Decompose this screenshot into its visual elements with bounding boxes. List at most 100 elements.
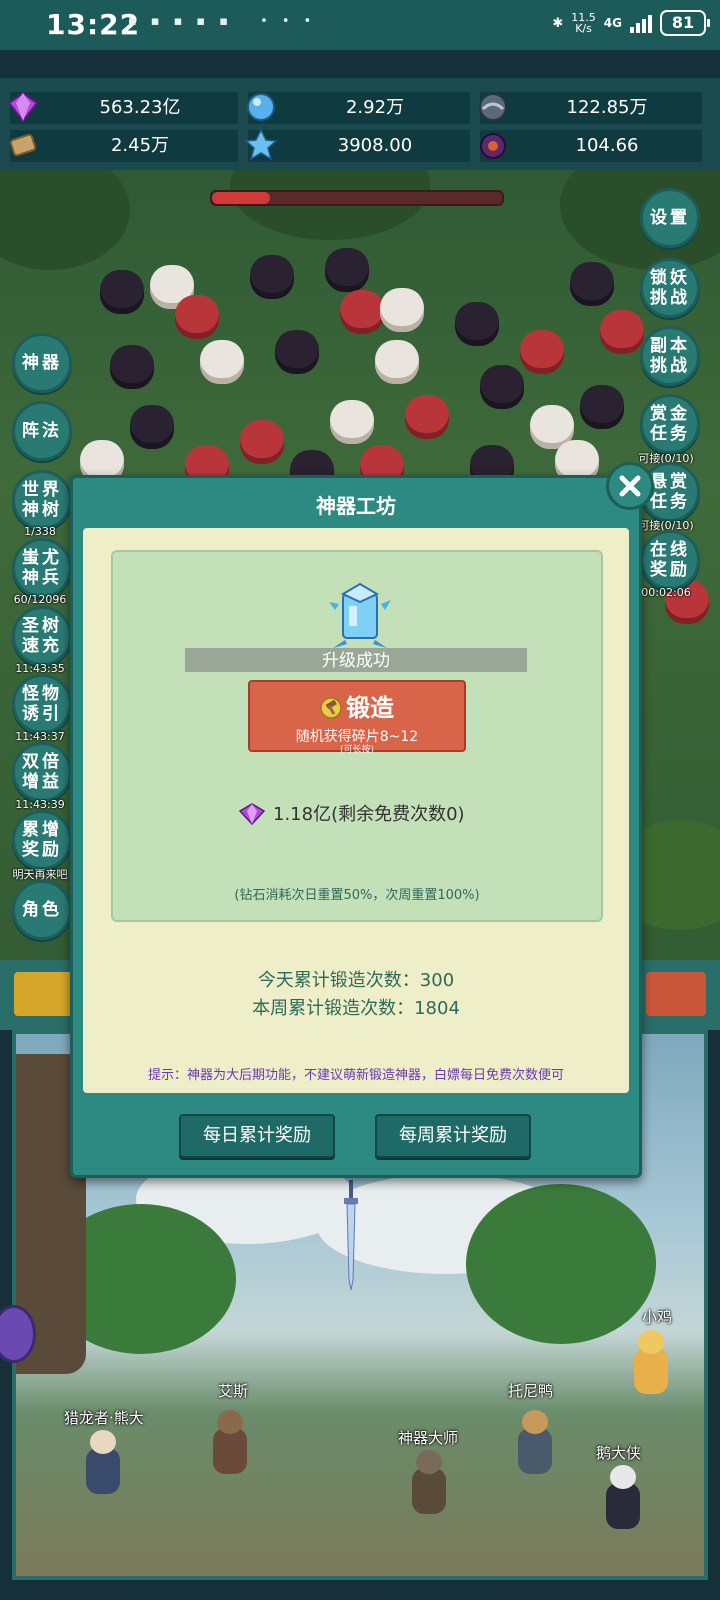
forge-cost-value: 1.18亿(剩余免费次数0) — [273, 804, 465, 825]
dialog-title: 神器工坊 — [316, 494, 396, 518]
menu-accumulated-reward[interactable]: 累增奖励 — [12, 810, 72, 870]
monster — [480, 365, 524, 409]
monster — [520, 330, 564, 374]
lower-red-button[interactable] — [646, 972, 706, 1016]
menu-label: 锁妖挑战 — [650, 268, 690, 308]
menu-label: 副本挑战 — [650, 336, 690, 376]
resource-steel-orb: 122.85万 — [479, 92, 702, 124]
dark-orb-icon — [480, 133, 506, 159]
enemy-hp-fill — [212, 192, 270, 204]
menu-formation[interactable]: 阵法 — [12, 401, 72, 461]
resource-blue-orb: 2.92万 — [247, 92, 470, 124]
menu-chiyou-weapon[interactable]: 蚩尤神兵 — [12, 538, 72, 598]
npc-chick[interactable] — [626, 1330, 676, 1400]
artifact-workshop-dialog: 神器工坊 升级成功 锻造 随机获得碎片8~12 (可长按) 1.18亿(剩余免费… — [70, 475, 642, 1178]
menu-settings[interactable]: 设置 — [640, 188, 700, 248]
npc-tony-duck[interactable] — [510, 1410, 560, 1480]
network-type: 4G — [603, 16, 622, 30]
resource-value: 2.45万 — [110, 135, 170, 156]
signal-icon — [630, 13, 652, 33]
upgrade-success-banner: 升级成功 — [185, 648, 527, 672]
npc-name: 鹅大侠 — [596, 1444, 642, 1462]
weekly-reward-button[interactable]: 每周累计奖励 — [375, 1114, 531, 1158]
dialog-body: 升级成功 锻造 随机获得碎片8~12 (可长按) 1.18亿(剩余免费次数0) … — [83, 528, 629, 1093]
resource-value: 2.92万 — [345, 97, 405, 118]
menu-monster-lure[interactable]: 怪物诱引 — [12, 674, 72, 734]
menu-label: 阵法 — [22, 421, 62, 441]
npc-xiong-da[interactable] — [78, 1430, 128, 1500]
npc-artifact-master[interactable] — [404, 1450, 454, 1520]
resource-value: 104.66 — [575, 135, 639, 156]
monster — [325, 248, 369, 292]
npc-ai-si[interactable] — [205, 1410, 255, 1480]
cost-reset-note: (钻石消耗次日重置50%，次周重置100%) — [234, 888, 480, 903]
menu-double-buff[interactable]: 双倍增益 — [12, 742, 72, 802]
menu-label: 累增奖励 — [22, 820, 62, 860]
monster — [100, 270, 144, 314]
purple-diamond-icon — [7, 91, 39, 123]
npc-goose-hero[interactable] — [598, 1465, 648, 1535]
ice-crystal-icon — [244, 128, 278, 161]
forge-button-hint: (可长按) — [339, 745, 375, 755]
daily-reward-button[interactable]: 每日累计奖励 — [179, 1114, 335, 1158]
tree — [0, 170, 130, 270]
forge-panel: 升级成功 锻造 随机获得碎片8~12 (可长按) 1.18亿(剩余免费次数0) … — [111, 550, 603, 922]
battery-icon: 81 — [660, 10, 710, 36]
monster — [200, 340, 244, 384]
menu-caption: 60/12096 — [13, 593, 67, 606]
menu-label: 神器 — [22, 353, 62, 373]
net-speed: 11.5 K/s — [571, 12, 596, 34]
menu-demon-lock-challenge[interactable]: 锁妖挑战 — [640, 258, 700, 318]
menu-bounty-task[interactable]: 赏金任务 — [640, 394, 700, 454]
menu-artifact[interactable]: 神器 — [12, 333, 72, 393]
monster — [250, 255, 294, 299]
menu-label: 赏金任务 — [650, 404, 690, 444]
status-bar: 13:22 ▪▪▪▪▪ ••• ✱ 11.5 K/s 4G 81 — [0, 0, 720, 50]
monster — [330, 400, 374, 444]
status-time: 13:22 — [46, 8, 141, 41]
steel-orb-icon — [479, 93, 507, 121]
menu-label: 设置 — [650, 208, 690, 228]
close-icon — [619, 475, 641, 497]
monster — [570, 262, 614, 306]
resource-scroll: 2.45万 — [9, 130, 238, 162]
purple-diamond-icon — [239, 803, 265, 825]
menu-dungeon-challenge[interactable]: 副本挑战 — [640, 326, 700, 386]
enemy-hp-bar — [210, 190, 504, 206]
menu-label: 圣树速充 — [22, 616, 62, 656]
menu-label: 角色 — [22, 900, 62, 920]
tree — [466, 1184, 656, 1344]
scroll-icon — [9, 133, 37, 157]
lower-yellow-button[interactable] — [14, 972, 74, 1016]
resource-value: 563.23亿 — [99, 97, 181, 118]
bluetooth-icon: ✱ — [552, 15, 564, 31]
menu-tree-recharge[interactable]: 圣树速充 — [12, 606, 72, 666]
close-button[interactable] — [606, 462, 654, 510]
forge-button-label: 锻造 — [346, 694, 394, 722]
hammer-icon — [320, 697, 342, 719]
week-forge-count: 本周累计锻造次数：1804 — [252, 998, 460, 1019]
menu-label: 在线奖励 — [650, 540, 690, 580]
menu-label: 怪物诱引 — [22, 684, 62, 724]
npc-name: 猎龙者·熊大 — [64, 1409, 144, 1427]
menu-label: 悬赏任务 — [650, 472, 690, 512]
menu-world-tree[interactable]: 世界神树 — [12, 470, 72, 530]
npc-name: 艾斯 — [218, 1382, 249, 1400]
menu-label: 蚩尤神兵 — [22, 548, 62, 588]
floating-sword-icon[interactable] — [344, 1180, 358, 1290]
monster — [110, 345, 154, 389]
menu-online-reward[interactable]: 在线奖励 — [640, 530, 700, 590]
menu-character[interactable]: 角色 — [12, 880, 72, 940]
monster — [240, 420, 284, 464]
menu-label: 双倍增益 — [22, 752, 62, 792]
monster — [340, 290, 384, 334]
monster — [175, 295, 219, 339]
npc-name: 神器大师 — [398, 1429, 459, 1447]
resource-bar: 563.23亿 2.92万 122.85万 2.45万 3908.00 104.… — [0, 78, 720, 170]
forge-cost: 1.18亿(剩余免费次数0) — [239, 800, 465, 826]
npc-name: 托尼鸭 — [508, 1382, 554, 1400]
today-forge-count: 今天累计锻造次数：300 — [257, 970, 455, 991]
net-speed-unit: K/s — [575, 22, 592, 35]
monster — [275, 330, 319, 374]
forge-button[interactable]: 锻造 随机获得碎片8~12 (可长按) — [248, 680, 466, 755]
